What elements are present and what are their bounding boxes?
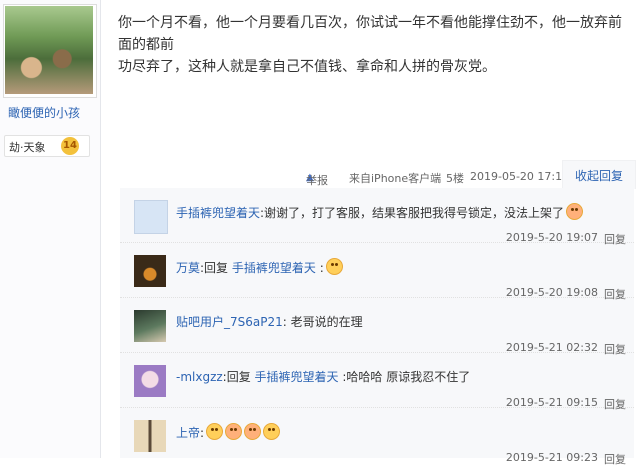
reply-username[interactable]: 贴吧用户_7S6aP21	[176, 315, 283, 329]
avatar[interactable]	[134, 255, 166, 287]
author-rank-badge[interactable]: 劫·天象 14	[4, 135, 90, 157]
reply-tail: :	[315, 261, 324, 275]
reply-list: 手插裤兜望着天:谢谢了，打了客服，结果客服把我得号锁定，没法上架了 2019-5…	[120, 188, 634, 466]
emoji-icon	[325, 258, 343, 275]
author-name[interactable]: 瞰便便的小孩	[8, 104, 80, 121]
reply-username[interactable]: -mlxgzz	[176, 370, 223, 384]
reply-to-user[interactable]: 手插裤兜望着天	[255, 370, 339, 384]
reply-tail: :哈哈哈 原谅我忍不住了	[338, 370, 471, 384]
reply-button[interactable]: 回复	[604, 451, 626, 467]
reply-text: :回复	[200, 261, 232, 275]
post-time: 2019-05-20 17:11	[470, 170, 570, 183]
reply-text: :回复	[222, 370, 255, 384]
post-source: 来自iPhone客户端	[349, 172, 442, 185]
post-content-line: 你一个月不看，他一个月要看几百次，你试试一年不看他能撑住劲不，他一放弃前面的都前	[118, 15, 622, 53]
avatar[interactable]	[134, 200, 168, 234]
reply-username[interactable]: 手插裤兜望着天	[176, 206, 260, 220]
emoji-icon	[244, 423, 262, 440]
reply-username[interactable]: 万莫	[176, 261, 200, 275]
avatar[interactable]	[134, 420, 166, 452]
emoji-icon	[263, 423, 281, 440]
reply-text: : 老哥说的在理	[282, 315, 363, 329]
emoji-icon	[566, 203, 584, 220]
avatar[interactable]	[134, 365, 166, 397]
author-avatar[interactable]	[3, 4, 97, 98]
collapse-reply-button[interactable]: 收起回复	[562, 160, 636, 189]
list-item: 手插裤兜望着天:谢谢了，打了客服，结果客服把我得号锁定，没法上架了 2019-5…	[120, 188, 634, 246]
emoji-icon	[206, 423, 224, 440]
post-content-line: 功尽弃了，这种人就是拿自己不值钱、拿命和人拼的骨灰党。	[118, 59, 496, 75]
reply-to-user[interactable]: 手插裤兜望着天	[232, 261, 316, 275]
avatar[interactable]	[134, 310, 166, 342]
reply-text: :谢谢了，打了客服，结果客服把我得号锁定，没法上架了	[260, 206, 565, 220]
reply-text: :	[200, 426, 205, 440]
author-column: 瞰便便的小孩 劫·天象 14	[0, 0, 101, 458]
post-floor: 5楼	[446, 172, 464, 185]
list-item: 上帝: 2019-5-21 09:23 回复	[120, 408, 634, 466]
rank-title: 劫·天象	[9, 141, 46, 154]
rank-level-icon: 14	[61, 137, 79, 155]
reply-username[interactable]: 上帝	[176, 426, 200, 440]
list-item: 贴吧用户_7S6aP21: 老哥说的在理 2019-5-21 02:32 回复	[120, 298, 634, 356]
list-item: 万莫:回复 手插裤兜望着天 : 2019-5-20 19:08 回复	[120, 243, 634, 301]
emoji-icon	[225, 423, 243, 440]
post-content: 你一个月不看，他一个月要看几百次，你试试一年不看他能撑住劲不，他一放弃前面的都前…	[118, 12, 630, 78]
list-item: -mlxgzz:回复 手插裤兜望着天 :哈哈哈 原谅我忍不住了 2019-5-2…	[120, 353, 634, 411]
